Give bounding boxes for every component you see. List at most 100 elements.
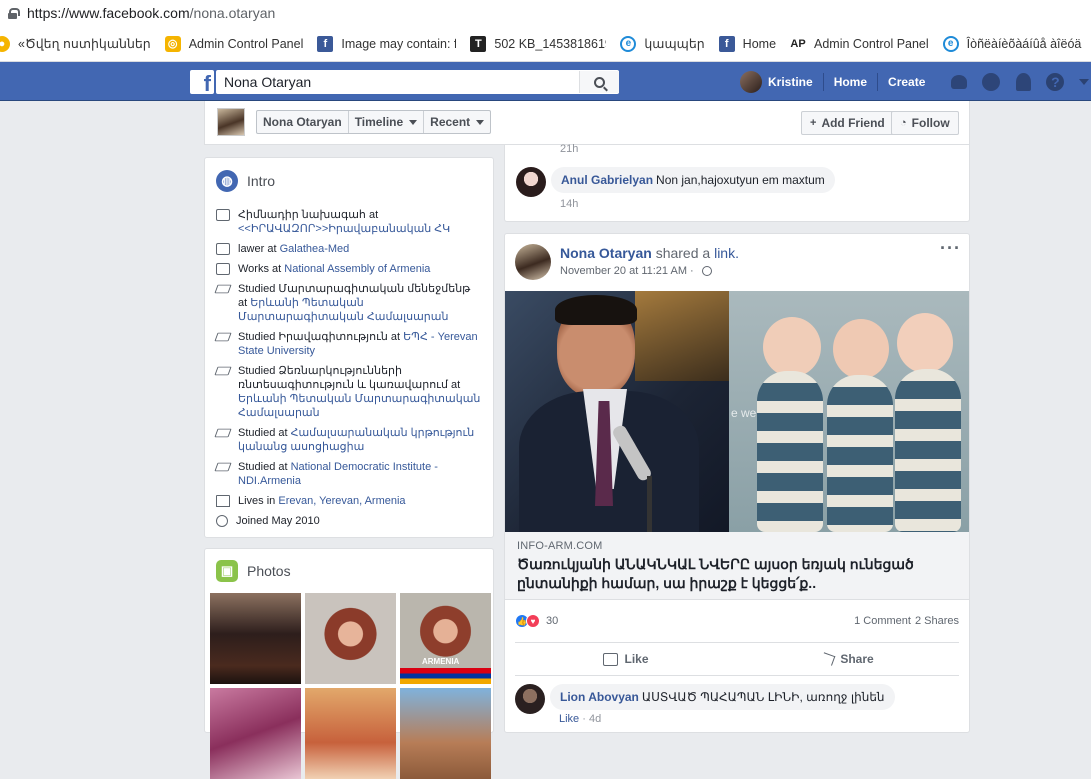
user-avatar[interactable] xyxy=(740,70,762,93)
bookmark-label: 502 KB_14538186191 xyxy=(494,36,607,51)
search-input[interactable] xyxy=(216,71,579,93)
comments-count[interactable]: 1 Comment xyxy=(854,615,911,627)
url-host: https://www.facebook.com xyxy=(27,5,190,21)
photo-thumbnail[interactable] xyxy=(210,593,301,684)
bookmark-item[interactable]: T 502 KB_14538186191 xyxy=(470,32,606,56)
url-path: /nona.otaryan xyxy=(189,5,276,21)
post-action-text: shared a xyxy=(651,245,715,261)
facebook-logo-icon[interactable]: f xyxy=(190,70,214,94)
intro-item-text: Studied at National Democratic Institute… xyxy=(238,460,481,488)
love-reaction-icon[interactable]: ♥ xyxy=(526,614,540,628)
like-button[interactable]: Like xyxy=(515,643,737,675)
profile-avatar[interactable] xyxy=(217,108,245,136)
photo-icon: ▣ xyxy=(216,560,238,582)
link-preview-image[interactable]: e weike xyxy=(505,291,969,532)
thumbs-up-icon xyxy=(603,652,619,666)
home-link[interactable]: Home xyxy=(824,72,879,91)
intro-item: Studied at National Democratic Institute… xyxy=(205,460,493,488)
photo-thumbnail[interactable] xyxy=(210,688,301,779)
intro-item-link[interactable]: Երևանի Պետական Մարտարագիտական Համալսարան xyxy=(238,393,480,419)
tab-recent[interactable]: Recent xyxy=(424,111,490,133)
profile-link[interactable]: Kristine xyxy=(768,72,824,91)
post-link-text[interactable]: link. xyxy=(714,245,739,261)
comment-text: Non jan,hajoxutyun em maxtum xyxy=(656,173,825,187)
intro-item: lawer at Galathea-Med xyxy=(205,242,493,256)
share-button[interactable]: Share xyxy=(737,643,959,675)
search-button[interactable] xyxy=(579,71,619,93)
bookmark-item[interactable]: f Home xyxy=(718,32,777,56)
comment-time[interactable]: 14h xyxy=(560,198,578,210)
intro-card: ◍ Intro Հիմնադիր նախագահ at <<ԻՐԱՎԱԶՈՐ>>… xyxy=(204,157,494,538)
photo-thumbnail[interactable] xyxy=(305,593,396,684)
photos-header: ▣ Photos xyxy=(205,549,493,593)
flag-stripe xyxy=(400,668,491,684)
image-mic-stand xyxy=(647,476,652,532)
baby-3-wrap xyxy=(895,369,961,532)
intro-item-text: Studied at Համալսարանական կրթություն կան… xyxy=(238,426,481,454)
reaction-count[interactable]: 30 xyxy=(546,615,558,627)
account-caret-icon[interactable] xyxy=(1079,78,1090,85)
baby-1-head xyxy=(763,317,821,377)
commenter-avatar[interactable] xyxy=(516,167,546,197)
intro-item: Studied at Համալսարանական կրթություն կան… xyxy=(205,426,493,454)
intro-item-link[interactable]: Երևանի Պետական Մարտարագիտական Համալսարան xyxy=(238,297,448,323)
bookmark-item[interactable]: e կապպեր xyxy=(620,32,705,56)
like-label: Like xyxy=(624,652,649,666)
bookmark-item[interactable]: f Image may contain: f xyxy=(317,32,456,56)
notifications-button[interactable] xyxy=(1007,62,1039,101)
post-options-icon[interactable]: ··· xyxy=(940,239,961,257)
post-author-name[interactable]: Nona Otaryan xyxy=(560,245,652,261)
bookmark-item[interactable]: AP Admin Control Panel xyxy=(790,32,929,56)
photo-thumbnail[interactable]: ARMENIA xyxy=(400,593,491,684)
comment-time[interactable]: 4d xyxy=(589,713,601,725)
add-friend-button[interactable]: + Add Friend xyxy=(801,111,894,135)
friends-icon xyxy=(951,74,968,89)
bookmark-item[interactable]: e Îòñëàíèõàáíûå àîëóä xyxy=(942,32,1082,56)
bookmark-label: Home xyxy=(742,36,777,51)
commenter-name[interactable]: Anul Gabrielyan xyxy=(561,173,653,187)
comment-like-link[interactable]: Like xyxy=(559,713,579,725)
tab-timeline[interactable]: Timeline xyxy=(349,111,425,133)
link-preview-box[interactable]: INFO-ARM.COM Ծառուկյանի ԱՆԱԿՆԿԱԼ ՆՎԵՐԸ ա… xyxy=(505,532,969,600)
intro-item-link[interactable]: Galathea-Med xyxy=(280,243,350,255)
tab-profile-name[interactable]: Nona Otaryan xyxy=(257,111,349,133)
share-arrow-icon xyxy=(820,652,836,666)
post-author-avatar[interactable] xyxy=(515,244,551,280)
comment-text: ԱՍՏՎԱԾ ՊԱՀԱՊԱՆ ԼԻՆԻ, առողջ լինեն xyxy=(641,690,885,704)
shares-count[interactable]: 2 Shares xyxy=(915,615,959,627)
intro-item-link[interactable]: National Assembly of Armenia xyxy=(284,263,430,275)
address-bar[interactable]: https://www.facebook.com/nona.otaryan xyxy=(0,0,1091,26)
yellow-square-icon: ◎ xyxy=(164,35,181,52)
lock-icon xyxy=(8,7,20,19)
bookmark-item[interactable]: ◎ Admin Control Panel xyxy=(164,32,303,56)
intro-item-text: Studied Ձեռնարկությունների ռնտեսագիտությ… xyxy=(238,364,481,420)
url-text[interactable]: https://www.facebook.com/nona.otaryan xyxy=(27,5,275,21)
follow-button[interactable]: ◔ Follow xyxy=(891,111,959,135)
create-link[interactable]: Create xyxy=(878,73,935,91)
work-icon xyxy=(216,243,230,255)
commenter-avatar[interactable] xyxy=(515,684,545,714)
intro-item-link[interactable]: Erevan, Yerevan, Armenia xyxy=(278,495,405,507)
help-button[interactable]: ? xyxy=(1039,62,1071,101)
photo-thumbnail[interactable] xyxy=(400,688,491,779)
image-left-panel xyxy=(505,291,729,532)
intro-header: ◍ Intro xyxy=(205,158,493,204)
globe-icon: ◍ xyxy=(216,170,238,192)
baby-3-head xyxy=(897,313,953,373)
messenger-button[interactable] xyxy=(975,62,1007,101)
photos-card: ▣ Photos ARMENIA xyxy=(204,548,494,779)
bookmark-item[interactable]: ● «Ծվեղ ոստիկաններ xyxy=(0,32,151,56)
intro-title: Intro xyxy=(247,173,276,189)
baby-1-wrap xyxy=(757,371,823,532)
intro-item: Lives in Erevan, Yerevan, Armenia xyxy=(205,494,493,508)
commenter-name[interactable]: Lion Abovyan xyxy=(560,690,639,704)
bookmark-label: Îòñëàíèõàáíûå àîëóä xyxy=(966,36,1082,51)
comment-time[interactable]: 21h xyxy=(560,143,578,155)
photo-thumbnail[interactable] xyxy=(305,688,396,779)
intro-item-label: Studied Իրավագիտություն at xyxy=(238,331,404,343)
intro-item-text: Works at National Assembly of Armenia xyxy=(238,262,430,276)
intro-item-link[interactable]: <<ԻՐԱՎԱԶՈՐ>>Իրավաբանական ՀԿ xyxy=(238,223,450,235)
post-timestamp[interactable]: November 20 at 11:21 AM · xyxy=(560,265,697,277)
follow-label: Follow xyxy=(911,116,950,130)
friend-requests-button[interactable] xyxy=(943,62,975,101)
